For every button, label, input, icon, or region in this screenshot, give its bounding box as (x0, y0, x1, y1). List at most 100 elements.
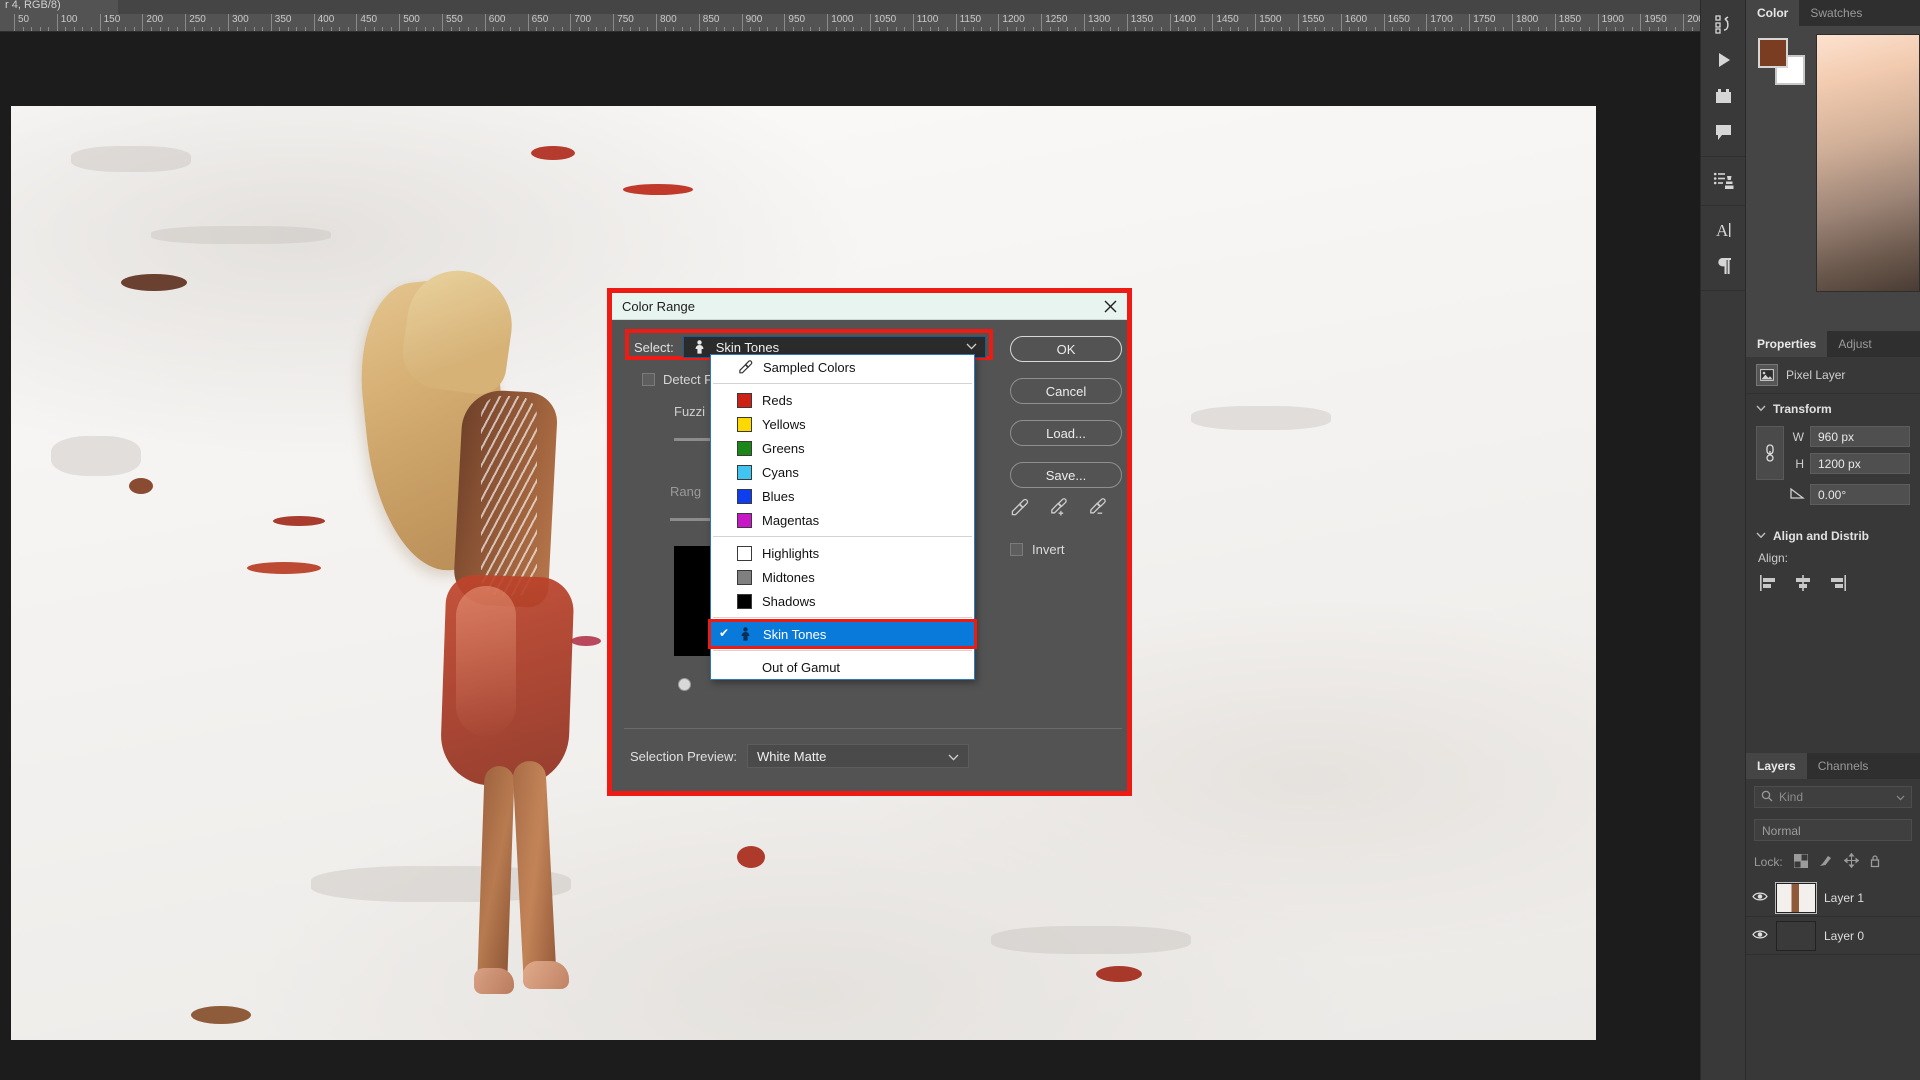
lock-transparency-icon[interactable] (1793, 853, 1809, 871)
ruler-minor-tick (1118, 27, 1120, 31)
ruler-minor-tick (1606, 27, 1608, 31)
angle-field[interactable]: 0.00° (1810, 484, 1910, 505)
menu-item-reds[interactable]: Reds (711, 388, 974, 412)
ruler-minor-tick (1349, 27, 1351, 31)
menu-item-sampled-colors[interactable]: Sampled Colors (711, 355, 974, 379)
menu-item-magentas[interactable]: Magentas (711, 508, 974, 532)
menu-item-skin-tones[interactable]: ✔ Skin Tones (711, 622, 974, 646)
align-left-icon[interactable] (1760, 575, 1778, 591)
ruler-minor-tick (1563, 27, 1565, 31)
eyedropper-tool-group (1010, 498, 1122, 522)
detect-faces-row[interactable]: Detect F (642, 372, 712, 387)
layer-visibility-icon[interactable] (1752, 891, 1768, 905)
menu-item-blues[interactable]: Blues (711, 484, 974, 508)
ok-button[interactable]: OK (1010, 336, 1122, 362)
actions-stamp-icon[interactable] (1701, 163, 1746, 199)
transform-section-label: Transform (1773, 402, 1832, 416)
paragraph-icon[interactable] (1701, 248, 1746, 284)
blend-mode-row: Normal (1746, 815, 1920, 847)
menu-item-wrapper: Out of Gamut (711, 655, 974, 679)
menu-item-highlights[interactable]: Highlights (711, 541, 974, 565)
ruler-minor-tick (82, 27, 84, 31)
document-tab[interactable]: r 4, RGB/8) (0, 0, 118, 14)
transform-section-header[interactable]: Transform (1746, 394, 1920, 424)
align-right-icon[interactable] (1828, 575, 1846, 591)
tab-adjustments[interactable]: Adjust (1827, 331, 1882, 357)
pixel-layer-icon (1756, 364, 1778, 386)
lock-artboard-icon[interactable] (1870, 854, 1880, 871)
tab-properties[interactable]: Properties (1746, 331, 1828, 357)
align-section-header[interactable]: Align and Distrib (1746, 521, 1920, 551)
invert-row[interactable]: Invert (1010, 542, 1065, 557)
ruler-minor-tick (1460, 27, 1462, 31)
tab-color[interactable]: Color (1746, 0, 1800, 26)
menu-item-greens[interactable]: Greens (711, 436, 974, 460)
cancel-button[interactable]: Cancel (1010, 378, 1122, 404)
menu-item-cyans[interactable]: Cyans (711, 460, 974, 484)
tab-layers[interactable]: Layers (1746, 753, 1807, 779)
preview-mode-radio[interactable] (678, 678, 691, 691)
preview-mode-radio-row[interactable] (678, 678, 691, 691)
menu-item-label: Skin Tones (763, 626, 827, 642)
ruler-minor-tick (450, 27, 452, 31)
tab-channels[interactable]: Channels (1807, 753, 1880, 779)
ruler-tick: 1800 (1512, 14, 1538, 31)
ruler-tick: 1950 (1640, 14, 1667, 31)
select-dropdown-menu[interactable]: Sampled Colors Reds Yellows Greens Cyans Blue… (708, 354, 977, 680)
dialog-title-bar[interactable]: Color Range (612, 293, 1127, 320)
tab-swatches[interactable]: Swatches (1799, 0, 1873, 26)
height-field[interactable]: 1200 px (1810, 453, 1910, 474)
menu-item-out-of-gamut[interactable]: Out of Gamut (711, 655, 974, 679)
ruler-minor-tick (1178, 27, 1180, 31)
layer-filter-dropdown[interactable]: Kind (1754, 786, 1912, 808)
menu-item-shadows[interactable]: Shadows (711, 589, 974, 613)
detect-faces-checkbox[interactable] (642, 373, 655, 386)
layer-visibility-icon[interactable] (1752, 929, 1768, 943)
menu-item-label: Magentas (762, 512, 820, 528)
ruler-minor-tick (262, 27, 264, 31)
foreground-color-swatch[interactable] (1758, 38, 1788, 68)
play-icon[interactable] (1701, 42, 1746, 78)
layer-row[interactable]: Layer 1 (1746, 879, 1920, 917)
calendar-icon[interactable] (1701, 78, 1746, 114)
history-undo-icon[interactable] (1701, 6, 1746, 42)
color-swatch-icon (737, 545, 752, 561)
lock-position-icon[interactable] (1843, 852, 1859, 871)
menu-item-wrapper: Highlights (711, 541, 974, 565)
eyedropper-add-icon[interactable] (1049, 498, 1068, 522)
ruler-minor-tick (364, 27, 366, 31)
skin-tones-person-icon (737, 627, 753, 641)
ruler-minor-tick (1666, 27, 1668, 31)
ruler-tick: 1400 (1169, 14, 1196, 31)
ruler-minor-tick (382, 27, 384, 31)
layer-thumbnail[interactable] (1775, 881, 1817, 914)
lock-image-icon[interactable] (1819, 854, 1833, 871)
selection-preview-dropdown[interactable]: White Matte (746, 744, 969, 768)
menu-item-midtones[interactable]: Midtones (711, 565, 974, 589)
layer-row[interactable]: Layer 0 (1746, 917, 1920, 955)
color-swatch-icon (737, 512, 752, 528)
width-field[interactable]: 960 px (1810, 426, 1910, 447)
layer-thumbnail[interactable] (1776, 920, 1816, 951)
ruler-minor-tick (1015, 27, 1017, 31)
ruler-minor-tick (1075, 27, 1077, 31)
ruler-minor-tick (1161, 27, 1163, 31)
load-button[interactable]: Load... (1010, 420, 1122, 446)
align-center-icon[interactable] (1794, 575, 1812, 591)
color-ramp[interactable] (1816, 34, 1920, 292)
fuzziness-label: Fuzzi (674, 404, 706, 419)
save-button[interactable]: Save... (1010, 462, 1122, 488)
layers-panel-tabs: Layers Channels (1746, 753, 1920, 779)
ruler-tick: 1850 (1554, 14, 1581, 31)
close-icon[interactable] (1093, 293, 1127, 320)
invert-checkbox[interactable] (1010, 543, 1023, 556)
invert-label: Invert (1032, 542, 1065, 557)
ruler-tick: 1900 (1597, 14, 1624, 31)
eyedropper-icon[interactable] (1010, 498, 1029, 522)
link-dimensions-icon[interactable] (1756, 426, 1784, 480)
eyedropper-subtract-icon[interactable] (1088, 498, 1107, 522)
comment-icon[interactable] (1701, 114, 1746, 150)
menu-item-yellows[interactable]: Yellows (711, 412, 974, 436)
blend-mode-dropdown[interactable]: Normal (1754, 819, 1912, 841)
text-character-icon[interactable]: A (1701, 212, 1746, 248)
